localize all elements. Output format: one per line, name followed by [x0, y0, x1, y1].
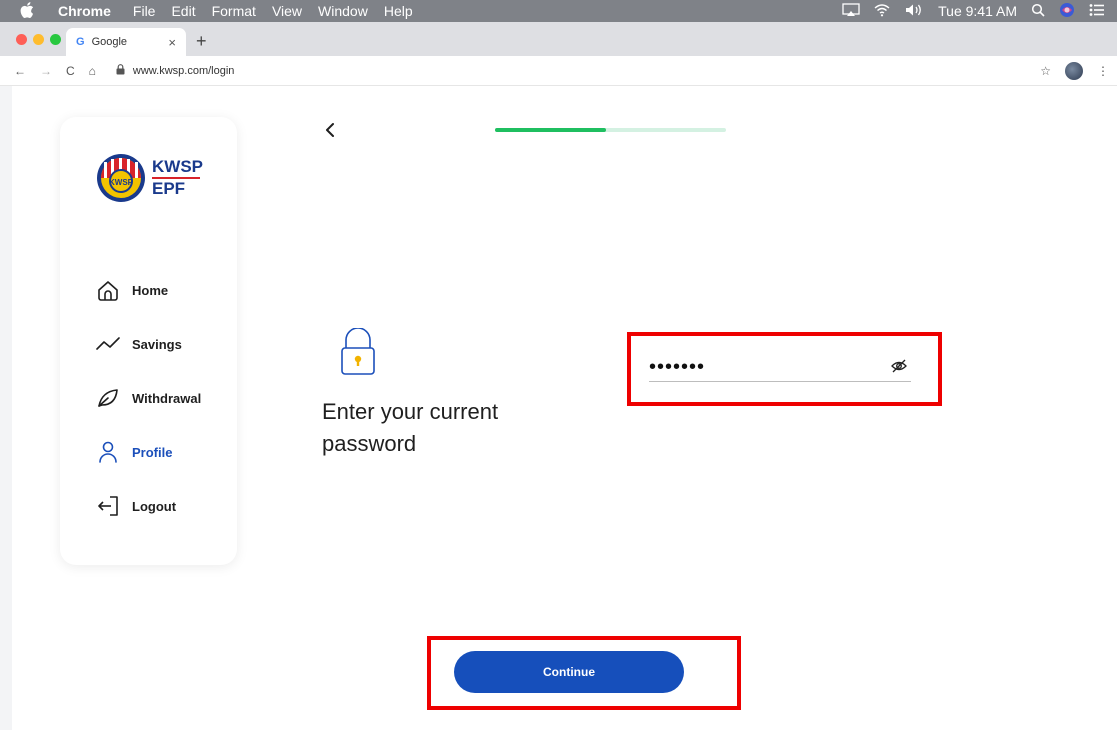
- siri-icon[interactable]: [1059, 2, 1075, 21]
- step-progress-bar: [495, 128, 726, 132]
- airplay-icon[interactable]: [842, 2, 860, 20]
- sidebar-item-label: Profile: [132, 444, 173, 460]
- sidebar-item-home[interactable]: Home: [96, 263, 201, 317]
- notification-center-icon[interactable]: [1089, 3, 1105, 20]
- tab-title: Google: [91, 36, 128, 48]
- brand-epf: EPF: [152, 179, 186, 198]
- sidebar-item-label: Home: [132, 282, 169, 298]
- secure-lock-icon[interactable]: [116, 63, 125, 78]
- continue-button[interactable]: Continue: [454, 651, 684, 693]
- toggle-visibility-eye-off-icon[interactable]: [891, 358, 907, 374]
- menu-file[interactable]: File: [133, 3, 156, 19]
- logout-icon: [96, 494, 120, 518]
- home-button-icon[interactable]: ⌂: [89, 64, 96, 78]
- apple-icon[interactable]: [20, 1, 38, 21]
- browser-nav-buttons: ← → C ⌂: [14, 64, 96, 78]
- browser-tab-strip: G Google × +: [0, 22, 1117, 56]
- svg-text:KWSP: KWSP: [109, 178, 134, 187]
- sidebar-item-savings[interactable]: Savings: [96, 317, 201, 371]
- sidebar-item-label: Logout: [132, 498, 177, 514]
- trend-icon: [96, 332, 120, 356]
- new-tab-icon[interactable]: +: [196, 31, 207, 52]
- macos-menu-bar: Chrome File Edit Format View Window Help…: [0, 0, 1117, 22]
- profile-avatar[interactable]: [1065, 61, 1083, 80]
- page-heading: Enter your current password: [322, 399, 499, 456]
- home-icon: [96, 278, 120, 302]
- zoom-window-button[interactable]: [50, 34, 61, 45]
- window-controls: [16, 34, 61, 45]
- sidebar: KWSP KWSP EPF Home Savings Withdrawal Pr…: [60, 117, 237, 565]
- more-menu-icon[interactable]: ⋮: [1097, 64, 1109, 78]
- menu-app-name[interactable]: Chrome: [58, 3, 111, 19]
- kwsp-epf-logo: KWSP KWSP EPF: [95, 151, 205, 205]
- back-chevron-icon[interactable]: [320, 120, 340, 140]
- minimize-window-button[interactable]: [33, 34, 44, 45]
- wifi-icon[interactable]: [874, 3, 890, 20]
- spotlight-search-icon[interactable]: [1031, 3, 1045, 20]
- close-tab-icon[interactable]: ×: [168, 35, 176, 50]
- sidebar-item-logout[interactable]: Logout: [96, 479, 201, 533]
- menu-view[interactable]: View: [272, 3, 302, 19]
- sidebar-item-withdrawal[interactable]: Withdrawal: [96, 371, 201, 425]
- sidebar-item-profile[interactable]: Profile: [96, 425, 201, 479]
- menu-help[interactable]: Help: [384, 3, 413, 19]
- brand-kwsp: KWSP: [152, 157, 203, 176]
- sidebar-nav: Home Savings Withdrawal Profile Logout: [96, 263, 201, 533]
- toolbar-right: ☆ ⋮: [1040, 61, 1109, 80]
- lock-icon: [338, 327, 378, 376]
- password-input-value[interactable]: •••••••: [649, 356, 705, 379]
- bookmark-star-icon[interactable]: ☆: [1040, 64, 1051, 78]
- browser-toolbar: ← → C ⌂ www.kwsp.com/login ☆ ⋮: [0, 56, 1117, 86]
- sidebar-item-label: Savings: [132, 336, 182, 352]
- password-field[interactable]: •••••••: [649, 354, 911, 382]
- forward-arrow-icon[interactable]: →: [40, 64, 52, 78]
- menu-edit[interactable]: Edit: [171, 3, 195, 19]
- address-bar-url[interactable]: www.kwsp.com/login: [133, 65, 234, 77]
- leaf-icon: [96, 386, 120, 410]
- close-window-button[interactable]: [16, 34, 27, 45]
- step-progress-fill: [495, 128, 606, 132]
- user-icon: [96, 440, 120, 464]
- menubar-status-area: Tue 9:41 AM: [842, 0, 1105, 22]
- back-arrow-icon[interactable]: ←: [14, 64, 26, 78]
- menubar-clock[interactable]: Tue 9:41 AM: [938, 3, 1017, 19]
- menu-window[interactable]: Window: [318, 3, 368, 19]
- google-favicon-icon: G: [76, 36, 85, 48]
- page-left-edge: [0, 86, 12, 730]
- reload-icon[interactable]: C: [66, 64, 75, 78]
- sidebar-item-label: Withdrawal: [132, 390, 202, 406]
- volume-icon[interactable]: [904, 3, 924, 20]
- menu-format[interactable]: Format: [212, 3, 256, 19]
- browser-tab[interactable]: G Google ×: [66, 28, 186, 56]
